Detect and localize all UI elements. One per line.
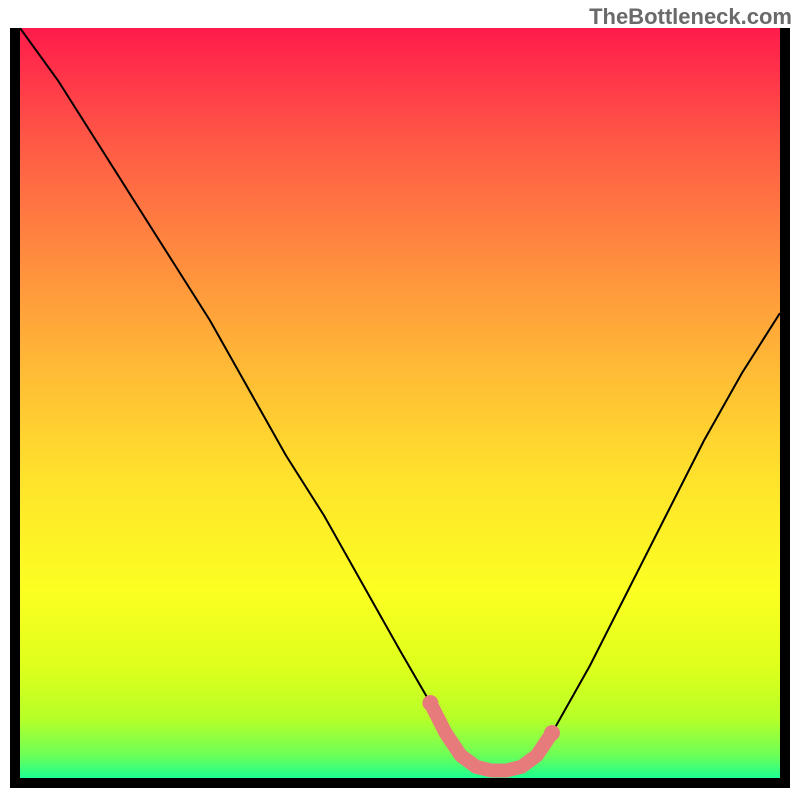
marker-endcap (422, 695, 438, 711)
marker-endcap (544, 725, 560, 741)
watermark-text: TheBottleneck.com (589, 4, 792, 30)
plot-frame (10, 28, 790, 788)
chart-container: TheBottleneck.com (0, 0, 800, 800)
plot-area (20, 28, 780, 778)
gradient-background (20, 28, 780, 778)
